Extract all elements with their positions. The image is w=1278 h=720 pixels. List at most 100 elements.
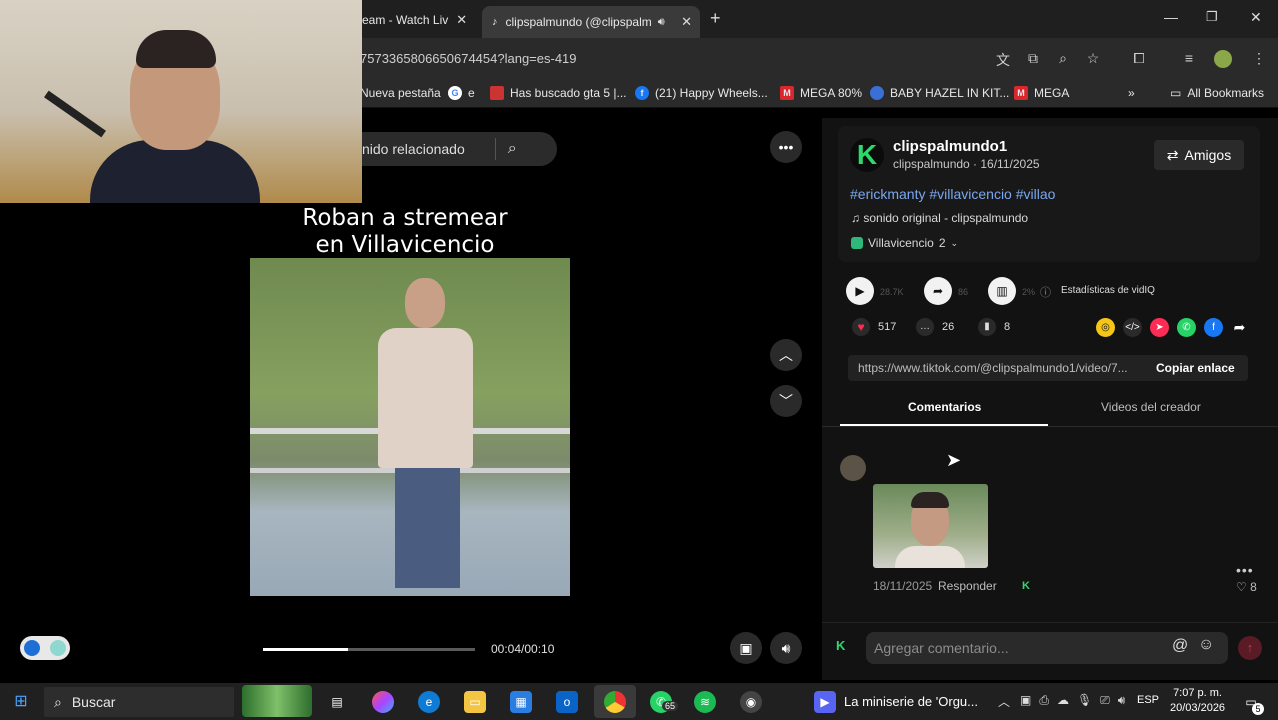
bar-chart-icon[interactable]: ▥ [988, 277, 1016, 305]
comment-icon[interactable]: … [916, 318, 934, 336]
reply-button[interactable]: Responder [938, 579, 997, 593]
like-action[interactable]: ♥ 517 [852, 318, 896, 336]
media-app-icon[interactable]: ▶ [814, 691, 836, 713]
hashtags[interactable]: #erickmanty #villavicencio #villao [850, 186, 1055, 202]
tab-label: eam - Watch Liv [362, 13, 449, 27]
url-text[interactable]: 757336580665067445​4?lang=es-419 [360, 51, 577, 66]
video-link[interactable]: https://www.tiktok.com/@clipspalmundo1/v… [858, 361, 1138, 375]
copilot-icon[interactable] [372, 691, 394, 713]
profile-avatar[interactable] [1214, 50, 1232, 68]
friends-button[interactable]: ⇄ Amigos [1154, 140, 1244, 170]
toggle-knob [50, 640, 66, 656]
chevron-up-icon[interactable]: ︿ [770, 339, 802, 371]
new-tab-button[interactable]: + [710, 8, 721, 29]
tab-clipspalmundo[interactable]: ♪ clipspalmundo (@clipspalm 🔊︎ ✕ [482, 6, 700, 38]
bookmark-item[interactable]: Ge [448, 86, 475, 100]
system-clock[interactable]: 7:07 p. m. 20/03/2026 [1170, 686, 1225, 716]
menu-icon[interactable]: ⋮ [1250, 50, 1268, 68]
obs-icon[interactable]: ◉ [740, 691, 762, 713]
tab-watch-live[interactable]: eam - Watch Liv ✕ [362, 6, 474, 34]
translate-icon[interactable]: 文 [994, 50, 1012, 68]
bookmark-item[interactable]: Nueva pestaña [360, 86, 441, 100]
location-tag[interactable]: Villavicencio 2 ⌄ [851, 236, 958, 250]
send-share-icon[interactable]: ➤ [1150, 318, 1169, 337]
chevron-down-icon: ⌄ [950, 237, 959, 248]
swap-icon: ⇄ [1166, 146, 1179, 163]
send-button[interactable]: ↑ [1238, 636, 1262, 660]
close-icon[interactable]: ✕ [448, 12, 474, 28]
folder-icon: ▭ [1170, 86, 1182, 100]
comment-action[interactable]: … 26 [916, 318, 954, 336]
share-arrow-icon[interactable]: ➦ [924, 277, 952, 305]
windows-start-icon[interactable]: ⊞ [10, 691, 32, 713]
edge-icon[interactable]: e [418, 691, 440, 713]
more-options-icon[interactable]: ••• [1236, 562, 1254, 578]
extension-toggle[interactable] [20, 636, 70, 660]
spotify-icon[interactable]: ≋ [694, 691, 716, 713]
commenter-avatar[interactable] [840, 455, 866, 481]
pip-icon[interactable]: ▣ [730, 632, 762, 664]
taskbar-search[interactable]: ⌕ Buscar [44, 687, 234, 717]
bookmark-item[interactable]: f (21) Happy Wheels... [635, 86, 768, 100]
tab-comments[interactable]: Comentarios [908, 400, 981, 414]
chevron-down-icon[interactable]: ﹀ [770, 385, 802, 417]
cast-icon[interactable]: ⧉ [1024, 50, 1042, 68]
chevron-up-icon[interactable]: ︿ [998, 693, 1010, 710]
video-frame[interactable] [250, 258, 570, 596]
store-icon[interactable]: ▦ [510, 691, 532, 713]
input-language[interactable]: ESP [1137, 694, 1159, 706]
comment-image[interactable] [873, 484, 988, 568]
restore-icon[interactable]: ❐ [1206, 9, 1218, 25]
close-icon[interactable]: ✕ [673, 14, 700, 30]
facebook-icon[interactable]: f [1204, 318, 1223, 337]
embed-icon[interactable]: </> [1123, 318, 1142, 337]
more-share-icon[interactable]: ➦ [1230, 318, 1249, 337]
tray-icons[interactable]: ▣⎙☁🎙︎⎚🔊︎ [1020, 693, 1133, 708]
bookmark-item[interactable]: M MEGA 80% [780, 86, 862, 100]
chrome-icon[interactable] [604, 691, 626, 713]
heart-outline-icon[interactable]: ♡ [1236, 580, 1247, 594]
emoji-icon[interactable]: ☺ [1198, 636, 1214, 654]
file-explorer-icon[interactable]: ▭ [464, 691, 486, 713]
mention-icon[interactable]: @ [1172, 637, 1188, 655]
bookmark-item[interactable]: Has buscado gta 5 |... [490, 86, 627, 100]
speaker-icon[interactable]: 🔊︎ [658, 16, 665, 29]
comment-like[interactable]: ♡ 8 [1236, 580, 1257, 594]
heart-icon[interactable]: ♥ [852, 318, 870, 336]
more-bookmarks-icon[interactable]: » [1128, 86, 1135, 100]
task-view-icon[interactable]: ▤ [326, 691, 348, 713]
notification-count: 5 [1252, 703, 1264, 715]
related-search-bar[interactable]: nido relacionado ⌕ [362, 132, 557, 166]
related-search-text: nido relacionado [362, 141, 465, 157]
user-avatar[interactable]: K [836, 638, 845, 653]
bookmark-star-icon[interactable]: ☆ [1084, 50, 1102, 68]
close-window-icon[interactable]: ✕ [1250, 9, 1262, 26]
media-control-icon[interactable]: ≡ [1180, 50, 1198, 68]
bookmark-icon[interactable]: ▮ [978, 318, 996, 336]
copy-link-button[interactable]: Copiar enlace [1156, 361, 1235, 375]
vidiq-stats-label[interactable]: Estadísticas de vidIQ [1061, 285, 1155, 296]
creator-avatar[interactable]: K [850, 138, 884, 172]
info-icon[interactable]: ⓘ [1040, 284, 1051, 300]
search-highlight-image[interactable] [242, 685, 312, 717]
play-icon[interactable]: ▶ [846, 277, 874, 305]
more-options-icon[interactable]: ••• [770, 131, 802, 163]
outlook-icon[interactable]: o [556, 691, 578, 713]
extensions-icon[interactable]: ⧠ [1130, 50, 1148, 68]
bookmark-item[interactable]: BABY HAZEL IN KIT... [870, 86, 1009, 100]
save-action[interactable]: ▮ 8 [978, 318, 1010, 336]
media-title[interactable]: La miniserie de 'Orgu... [844, 694, 978, 709]
bookmark-item[interactable]: M MEGA [1014, 86, 1069, 100]
coin-share-icon[interactable]: ◎ [1096, 318, 1115, 337]
creator-username[interactable]: clipspalmundo1 [893, 138, 1007, 155]
whatsapp-icon[interactable]: ✆ [1177, 318, 1196, 337]
tab-creator-videos[interactable]: Videos del creador [1101, 400, 1201, 414]
all-bookmarks[interactable]: ▭ All Bookmarks [1170, 86, 1264, 100]
whatsapp-badge: 65 [662, 701, 679, 711]
sound-link[interactable]: ♫ sonido original - clipspalmundo [851, 211, 1028, 225]
volume-icon[interactable]: 🔊︎ [770, 632, 802, 664]
mouse-cursor-icon: ➤ [946, 450, 962, 470]
minimize-icon[interactable]: — [1164, 9, 1178, 25]
zoom-icon[interactable]: ⌕ [1054, 50, 1072, 68]
search-icon[interactable]: ⌕ [508, 140, 517, 158]
